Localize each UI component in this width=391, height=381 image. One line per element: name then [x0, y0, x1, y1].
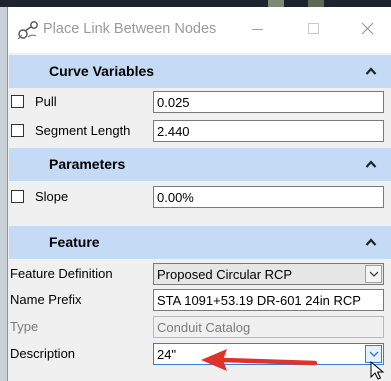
collapse-up-icon[interactable]: [365, 159, 377, 169]
section-header-curve-variables[interactable]: Curve Variables: [9, 55, 391, 88]
close-icon[interactable]: [358, 19, 378, 39]
pull-input[interactable]: 0.025: [153, 91, 384, 113]
minimize-icon[interactable]: [248, 19, 268, 39]
maximize-icon[interactable]: [304, 19, 324, 39]
mouse-pointer-icon: [370, 361, 385, 380]
section-title: Curve Variables: [49, 63, 155, 79]
section-header-feature[interactable]: Feature: [9, 226, 391, 259]
background-element: [308, 0, 324, 7]
section-header-parameters[interactable]: Parameters: [9, 148, 391, 181]
type-input: Conduit Catalog: [153, 316, 384, 338]
feature-definition-label: Feature Definition: [10, 266, 113, 281]
place-link-dialog: Place Link Between Nodes Curve Variables…: [7, 7, 391, 381]
section-title: Feature: [49, 234, 100, 250]
slope-input[interactable]: 0.00%: [153, 186, 384, 208]
feature-definition-value: Proposed Circular RCP: [157, 267, 293, 282]
description-value: 24": [157, 347, 177, 362]
annotation-arrow-icon: [201, 349, 317, 371]
collapse-up-icon[interactable]: [365, 237, 377, 247]
background-viewport: [0, 0, 7, 381]
collapse-up-icon[interactable]: [365, 66, 377, 76]
segment-length-input[interactable]: 2.440: [153, 120, 384, 142]
name-prefix-input[interactable]: STA 1091+53.19 DR-601 24in RCP: [153, 289, 384, 311]
chevron-down-icon: [369, 271, 379, 277]
node-link-tool-icon: [17, 21, 38, 40]
type-label: Type: [10, 319, 39, 334]
description-label: Description: [10, 346, 76, 361]
feature-definition-select[interactable]: Proposed Circular RCP: [153, 263, 384, 285]
pull-checkbox[interactable]: [11, 95, 24, 108]
background-element: [268, 0, 284, 7]
slope-checkbox[interactable]: [11, 190, 24, 203]
feature-definition-dropdown-button[interactable]: [365, 265, 382, 283]
segment-length-label: Segment Length: [35, 123, 131, 138]
slope-label: Slope: [35, 189, 69, 204]
segment-length-checkbox[interactable]: [11, 124, 24, 137]
window-title: Place Link Between Nodes: [43, 21, 217, 37]
name-prefix-label: Name Prefix: [10, 292, 82, 307]
pull-label: Pull: [35, 94, 57, 109]
section-title: Parameters: [49, 156, 126, 172]
chevron-down-icon: [369, 351, 379, 357]
background-viewport-top: [0, 0, 391, 7]
title-bar[interactable]: Place Link Between Nodes: [8, 7, 391, 53]
